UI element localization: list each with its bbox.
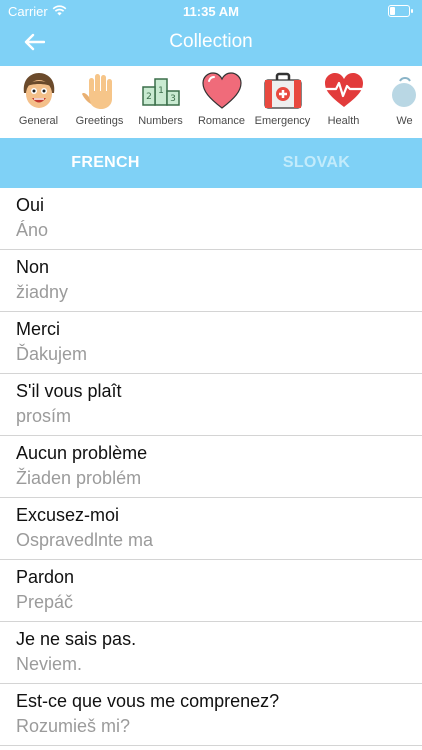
hand-icon <box>79 70 121 112</box>
nav-bar: Collection <box>0 22 422 66</box>
category-partial[interactable]: We <box>374 66 422 138</box>
battery-level <box>390 7 395 15</box>
translation-text: Áno <box>16 220 49 240</box>
category-health[interactable]: Health <box>313 66 374 138</box>
phrase-text: Aucun problème <box>16 443 148 463</box>
first-aid-icon <box>262 70 304 112</box>
translation-text: žiadny <box>16 282 69 302</box>
heart-icon <box>201 70 243 112</box>
phrase-text: Pardon <box>16 567 75 587</box>
list-item[interactable]: Pardon Prepáč <box>0 560 422 622</box>
phrase-text: Est-ce que vous me comprenez? <box>16 691 280 711</box>
phrase-list: Oui Áno Non žiadny Merci Ďakujem S'il vo… <box>0 188 422 746</box>
language-tabs: FRENCH SLOVAK <box>0 138 422 188</box>
category-emergency[interactable]: Emergency <box>252 66 313 138</box>
phrase-text: Oui <box>16 195 45 215</box>
partial-icon <box>384 70 422 112</box>
phrase-text: Excusez-moi <box>16 505 120 525</box>
list-item[interactable]: Oui Áno <box>0 188 422 250</box>
category-label: Numbers <box>138 115 183 127</box>
svg-text:1: 1 <box>158 86 164 96</box>
status-time: 11:35 AM <box>183 4 239 19</box>
page-title: Collection <box>169 31 253 52</box>
translation-text: Neviem. <box>16 654 83 674</box>
list-item[interactable]: Je ne sais pas. Neviem. <box>0 622 422 684</box>
list-item[interactable]: Est-ce que vous me comprenez? Rozumieš m… <box>0 684 422 746</box>
category-label: Health <box>327 115 360 127</box>
translation-text: Ďakujem <box>16 344 88 364</box>
tab-target-language[interactable]: SLOVAK <box>211 138 422 188</box>
category-numbers[interactable]: 1 2 3 Numbers <box>130 66 191 138</box>
category-label: Romance <box>197 115 246 127</box>
list-item[interactable]: Aucun problème Žiaden problém <box>0 436 422 498</box>
category-greetings[interactable]: Greetings <box>69 66 130 138</box>
heartbeat-icon <box>323 70 365 112</box>
category-romance[interactable]: Romance <box>191 66 252 138</box>
category-general[interactable]: General <box>8 66 69 138</box>
svg-text:2: 2 <box>146 92 152 102</box>
face-icon <box>18 70 60 112</box>
phrase-text: Merci <box>16 319 60 339</box>
category-label: We <box>396 115 413 127</box>
svg-text:3: 3 <box>170 94 176 104</box>
translation-text: Žiaden problém <box>16 468 142 488</box>
category-bar: General Greetings 1 2 3 Numbers Romance … <box>0 66 422 138</box>
category-label: General <box>18 115 59 127</box>
list-item[interactable]: Merci Ďakujem <box>0 312 422 374</box>
list-item[interactable]: Excusez-moi Ospravedlnte ma <box>0 498 422 560</box>
phrase-text: Non <box>16 257 50 277</box>
list-item[interactable]: Non žiadny <box>0 250 422 312</box>
phrase-text: S'il vous plaît <box>16 381 122 401</box>
battery-icon <box>388 5 413 17</box>
status-bar: Carrier 11:35 AM <box>0 0 422 22</box>
translation-text: prosím <box>16 406 72 426</box>
category-label: Greetings <box>75 115 124 127</box>
tab-source-language[interactable]: FRENCH <box>0 138 211 188</box>
list-item[interactable]: S'il vous plaît prosím <box>0 374 422 436</box>
podium-icon: 1 2 3 <box>140 70 182 112</box>
translation-text: Rozumieš mi? <box>16 716 131 736</box>
translation-text: Ospravedlnte ma <box>16 530 154 550</box>
phrase-text: Je ne sais pas. <box>16 629 137 649</box>
translation-text: Prepáč <box>16 592 74 612</box>
header: Carrier 11:35 AM Collection <box>0 0 422 66</box>
category-label: Emergency <box>254 115 311 127</box>
